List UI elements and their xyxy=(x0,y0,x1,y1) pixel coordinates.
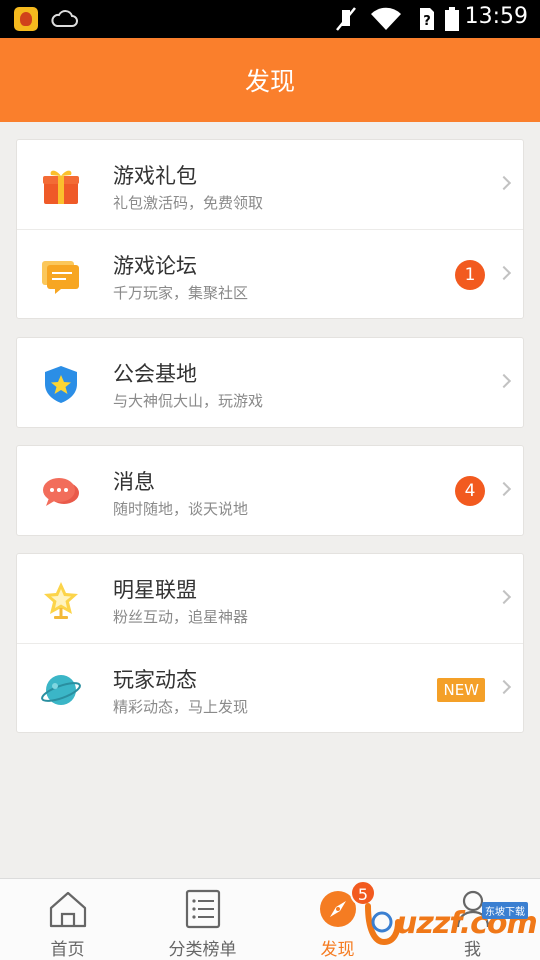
item-title: 公会基地 xyxy=(113,362,197,386)
app-bar: 发现 xyxy=(0,38,540,122)
watermark-tag: 东坡下载 xyxy=(482,902,528,919)
status-bar: ? 13:59 xyxy=(0,0,540,38)
list-item-guild-base[interactable]: 公会基地 与大神侃大山，玩游戏 xyxy=(17,338,523,427)
item-title: 消息 xyxy=(113,470,155,494)
item-title: 游戏论坛 xyxy=(113,254,197,278)
item-title: 玩家动态 xyxy=(113,668,197,692)
unread-badge: 4 xyxy=(455,476,485,506)
list-item-messages[interactable]: 消息 随时随地，谈天说地 4 xyxy=(17,446,523,535)
chevron-right-icon xyxy=(496,589,512,605)
list-item-game-forum[interactable]: 游戏论坛 千万玩家，集聚社区 1 xyxy=(17,229,523,318)
item-subtitle: 随时随地，谈天说地 xyxy=(113,500,249,518)
item-title: 游戏礼包 xyxy=(113,164,197,188)
item-title: 明星联盟 xyxy=(113,578,197,602)
cloud-icon xyxy=(51,10,78,27)
tab-label: 分类榜单 xyxy=(168,940,237,960)
list-item-game-gifts[interactable]: 游戏礼包 礼包激活码，免费领取 xyxy=(17,140,523,229)
tab-label: 首页 xyxy=(50,940,85,960)
site-watermark: uzzf.com 东坡下载 xyxy=(362,896,538,954)
item-subtitle: 与大神侃大山，玩游戏 xyxy=(113,392,264,410)
chevron-right-icon xyxy=(496,373,512,389)
status-time: 13:59 xyxy=(464,4,528,29)
wifi-icon xyxy=(371,7,401,31)
chevron-right-icon xyxy=(496,679,512,695)
forum-icon xyxy=(42,261,79,294)
card-stars-players: 明星联盟 粉丝互动，追星神器 玩家动态 精彩动态，马上发现 NEW xyxy=(16,553,524,733)
new-tag: NEW xyxy=(437,678,485,702)
item-subtitle: 千万玩家，集聚社区 xyxy=(113,284,249,302)
planet-icon xyxy=(41,675,81,705)
list-item-player-feed[interactable]: 玩家动态 精彩动态，马上发现 NEW xyxy=(17,643,523,732)
svg-text:?: ? xyxy=(423,14,431,29)
item-subtitle: 礼包激活码，免费领取 xyxy=(113,194,264,212)
gift-icon xyxy=(43,170,79,204)
game-app-icon xyxy=(14,7,38,31)
page-title: 发现 xyxy=(244,67,295,96)
chevron-right-icon xyxy=(496,481,512,497)
card-guild: 公会基地 与大神侃大山，玩游戏 xyxy=(16,337,524,428)
chevron-right-icon xyxy=(496,265,512,281)
list-item-star-alliance[interactable]: 明星联盟 粉丝互动，追星神器 xyxy=(17,554,523,643)
home-icon xyxy=(49,891,86,928)
tab-category-rankings[interactable]: 分类榜单 xyxy=(135,879,270,960)
list-icon xyxy=(185,889,220,929)
guild-shield-icon xyxy=(45,366,77,403)
item-subtitle: 精彩动态，马上发现 xyxy=(113,698,249,716)
chat-bubbles-icon xyxy=(43,478,79,506)
unread-badge: 1 xyxy=(455,260,485,290)
chevron-right-icon xyxy=(496,175,512,191)
card-messages: 消息 随时随地，谈天说地 4 xyxy=(16,445,524,536)
item-subtitle: 粉丝互动，追星神器 xyxy=(113,608,249,626)
sim-unknown-icon: ? xyxy=(420,8,434,30)
star-trophy-icon xyxy=(44,582,78,619)
card-gifts-forum: 游戏礼包 礼包激活码，免费领取 游戏论坛 千万玩家，集聚社区 1 xyxy=(16,139,524,319)
tab-home[interactable]: 首页 xyxy=(0,879,135,960)
battery-icon xyxy=(445,7,459,31)
mute-icon xyxy=(336,7,356,31)
